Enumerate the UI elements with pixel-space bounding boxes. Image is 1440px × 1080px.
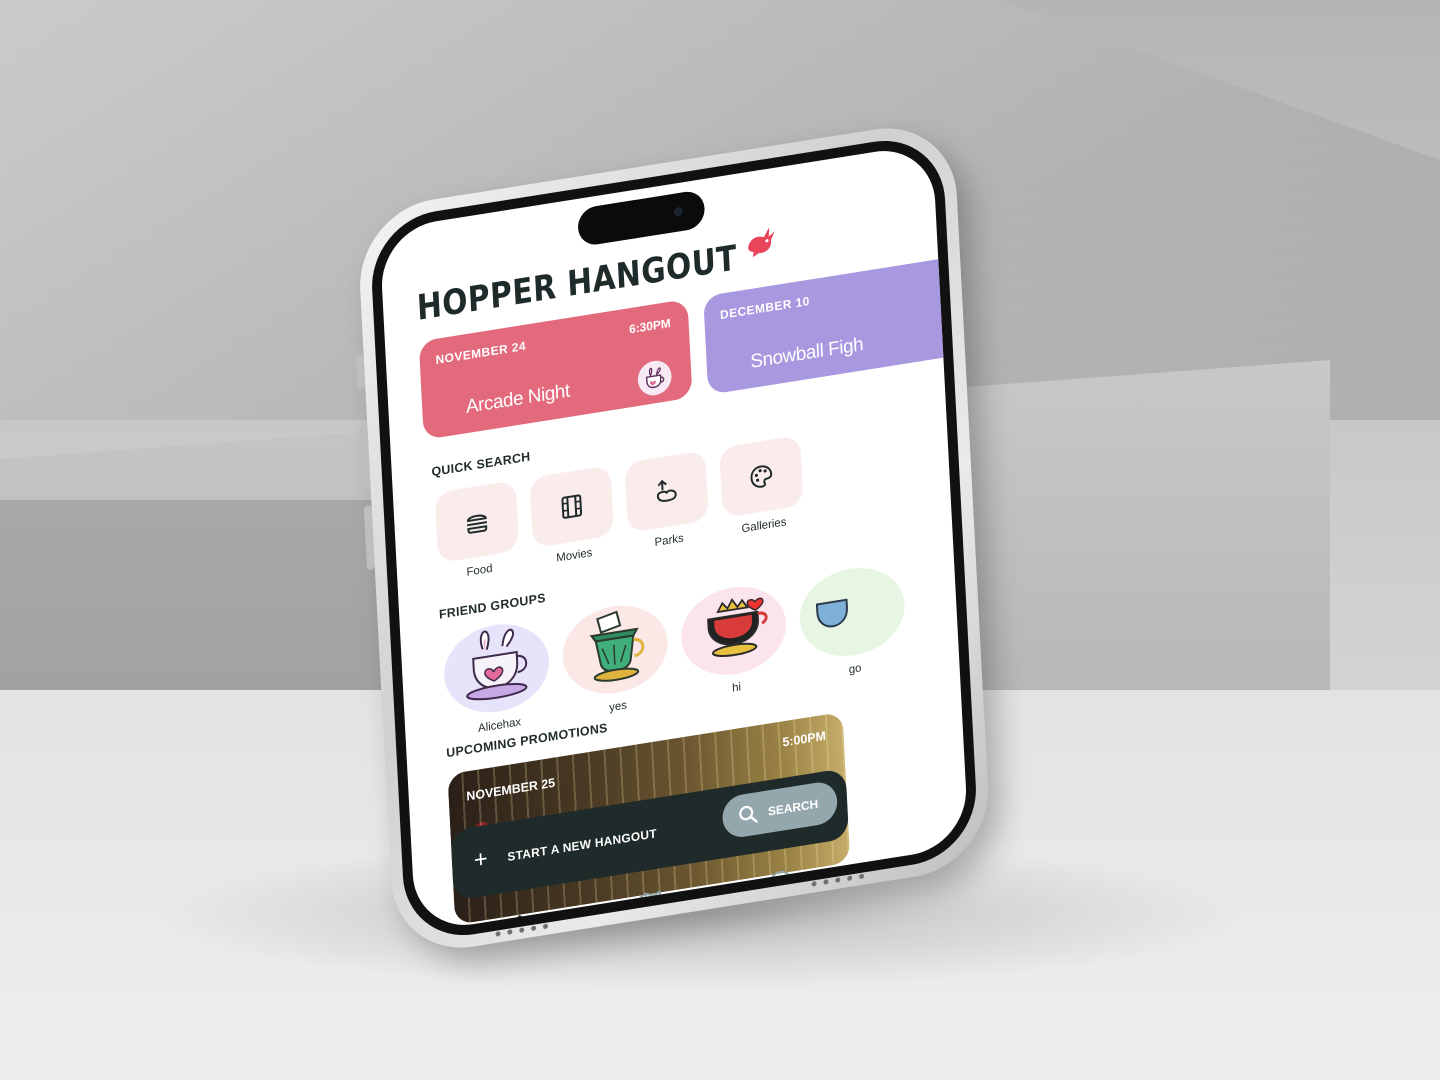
event-date: DECEMBER 10: [719, 293, 811, 323]
dynamic-island: [577, 189, 706, 248]
bunny-logo-icon[interactable]: [741, 220, 778, 262]
group-avatar: [636, 358, 673, 398]
quick-search-food[interactable]: Food: [433, 480, 523, 584]
friend-groups-heading: FRIEND GROUPS: [438, 590, 547, 622]
hatter-teacup-icon: [589, 610, 645, 682]
search-button-label: SEARCH: [767, 796, 819, 819]
friend-group-alicehax[interactable]: Alicehax: [440, 616, 554, 741]
phone: HOPPER HANGOUT NOVEMBER 24 6:30PM Arcade…: [355, 117, 992, 959]
search-button[interactable]: SEARCH: [721, 779, 839, 840]
event-card-snowball-fight[interactable]: DECEMBER 10 Snowball Figh: [703, 253, 969, 395]
event-name: Snowball Figh: [749, 333, 864, 373]
quick-search-label: Galleries: [741, 516, 787, 536]
friend-group-avatar: [679, 579, 789, 683]
quick-search-movies[interactable]: Movies: [527, 465, 617, 569]
quick-search-tile: [719, 435, 804, 519]
camera-icon: [673, 206, 683, 218]
event-name: Arcade Night: [465, 380, 571, 418]
quick-search-label: Parks: [654, 532, 685, 550]
film-icon: [561, 494, 583, 519]
quick-search-parks[interactable]: Parks: [622, 450, 712, 554]
teacup-icon: [815, 598, 848, 628]
plus-icon[interactable]: +: [473, 845, 488, 874]
queen-teacup-icon: [707, 597, 768, 657]
quick-search-tile: [529, 465, 615, 549]
quick-search-tile: [434, 480, 520, 564]
quick-search-label: Food: [466, 562, 493, 579]
park-icon: [656, 479, 677, 502]
mute-switch: [355, 354, 366, 390]
screen: HOPPER HANGOUT NOVEMBER 24 6:30PM Arcade…: [379, 142, 969, 934]
burger-icon: [466, 514, 488, 534]
quick-search-heading: QUICK SEARCH: [431, 449, 531, 480]
friend-group-avatar: [560, 598, 670, 702]
quick-search-label: Movies: [556, 546, 593, 565]
search-icon: [739, 805, 758, 823]
bunny-teacup-icon: [466, 628, 528, 701]
quick-search-galleries[interactable]: Galleries: [717, 435, 807, 539]
friend-group-yes[interactable]: yes: [559, 598, 673, 722]
quick-search-tile: [624, 450, 709, 534]
start-new-hangout-button[interactable]: START A NEW HANGOUT: [507, 826, 657, 864]
friend-group-go[interactable]: go: [796, 560, 910, 684]
friend-group-hi[interactable]: hi: [677, 579, 791, 703]
palette-icon: [750, 465, 773, 488]
friend-group-avatar: [797, 560, 907, 664]
friend-group-avatar: [441, 616, 552, 720]
teacup-icon: [645, 367, 665, 389]
